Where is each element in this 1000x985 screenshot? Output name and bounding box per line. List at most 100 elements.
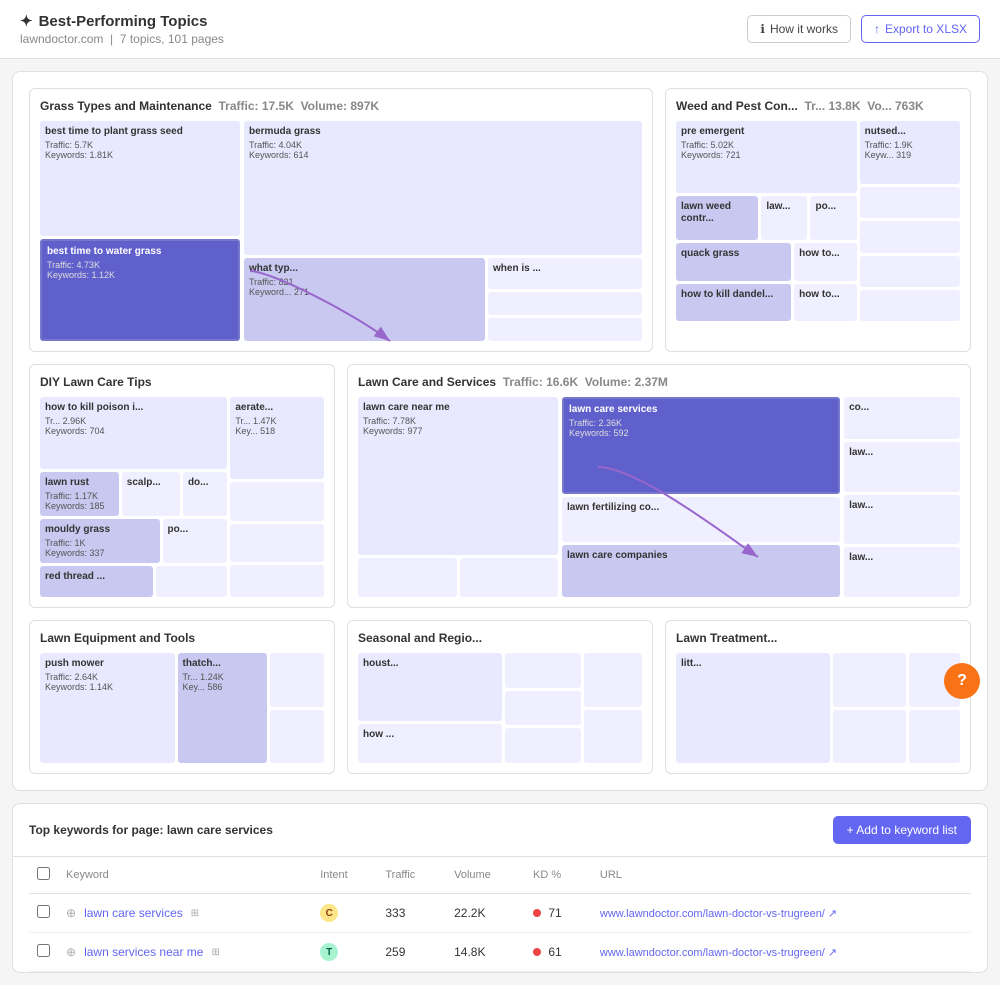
cell-small-diy1[interactable] (156, 566, 228, 597)
cell-litt[interactable]: litt... (676, 653, 830, 763)
cell-small-t1[interactable] (833, 653, 905, 707)
cell-red-thread[interactable]: red thread ... (40, 566, 153, 597)
cell-kill-poison[interactable]: how to kill poison i... Tr... 2.96K Keyw… (40, 397, 227, 469)
kd-value-0: 71 (548, 906, 561, 920)
topic-seasonal: Seasonal and Regio... houst... how ... (347, 620, 653, 774)
cell-pre-emergent[interactable]: pre emergent Traffic: 5.02K Keywords: 72… (676, 121, 857, 193)
cell-push-mower[interactable]: push mower Traffic: 2.64K Keywords: 1.14… (40, 653, 175, 763)
keywords-section: Top keywords for page: lawn care service… (12, 803, 988, 973)
cell-small-diy4[interactable] (230, 565, 324, 597)
topic-grass-header: Grass Types and Maintenance Traffic: 17.… (40, 99, 642, 113)
kd-value-1: 61 (548, 945, 561, 959)
cell-lawn-weed[interactable]: lawn weed contr... (676, 196, 758, 240)
cell-when-is[interactable]: when is ... (488, 258, 642, 289)
cell-small-t2[interactable] (833, 710, 905, 764)
add-keyword-button[interactable]: + Add to keyword list (833, 816, 971, 844)
cell-lawn-fertilizing[interactable]: lawn fertilizing co... (562, 497, 840, 542)
cell-small-w2[interactable] (860, 221, 960, 252)
copy-icon: ⊞ (191, 908, 199, 919)
help-button[interactable]: ? (944, 663, 980, 699)
url-link-0[interactable]: www.lawndoctor.com/lawn-doctor-vs-trugre… (600, 908, 837, 920)
cell-small-eq2[interactable] (270, 710, 324, 764)
col-check (29, 857, 58, 894)
cell-how-kill-dandel[interactable]: how to kill dandel... (676, 284, 791, 321)
cell-po-sm[interactable]: po... (810, 196, 856, 240)
cell-small-w3[interactable] (860, 256, 960, 287)
grass-treemap: best time to plant grass seed Traffic: 5… (40, 121, 642, 341)
header-right: ℹ How it works ↑ Export to XLSX (747, 15, 980, 43)
kd-dot-0 (533, 909, 541, 917)
row-checkbox-1[interactable] (37, 944, 50, 957)
keyword-link-0[interactable]: ⊕ lawn care services ⊞ (66, 906, 304, 920)
url-link-1[interactable]: www.lawndoctor.com/lawn-doctor-vs-trugre… (600, 947, 837, 959)
cell-law-sm[interactable]: law... (761, 196, 807, 240)
cell-po-diy[interactable]: po... (163, 519, 228, 563)
header-left: ✦ Best-Performing Topics lawndoctor.com … (20, 12, 224, 46)
export-icon: ↑ (874, 22, 880, 36)
cell-houst[interactable]: houst... (358, 653, 502, 721)
plus-icon: ⊕ (66, 945, 76, 959)
cell-small-w1[interactable] (860, 187, 960, 218)
cell-small-s2[interactable] (505, 691, 582, 726)
cell-bermuda[interactable]: bermuda grass Traffic: 4.04K Keywords: 6… (244, 121, 642, 255)
topic-grass-types: Grass Types and Maintenance Traffic: 17.… (29, 88, 653, 352)
cell-aerate[interactable]: aerate... Tr... 1.47K Key... 518 (230, 397, 324, 479)
cell-law-1[interactable]: law... (844, 442, 960, 492)
star-icon: ✦ (20, 12, 33, 30)
cell-what-typ[interactable]: what typ... Traffic: 821 Keyword... 271 (244, 258, 485, 341)
keyword-link-1[interactable]: ⊕ lawn services near me ⊞ (66, 945, 304, 959)
col-url: URL (592, 857, 971, 894)
cell-law-2[interactable]: law... (844, 495, 960, 545)
table-header-row: Keyword Intent Traffic Volume KD % URL (29, 857, 971, 894)
cell-small-s5[interactable] (584, 710, 642, 764)
cell-small-s4[interactable] (584, 653, 642, 707)
volume-cell-0: 22.2K (446, 894, 525, 933)
cell-quack[interactable]: quack grass (676, 243, 791, 280)
cell-small-svc1[interactable] (358, 558, 457, 597)
cell-scalp[interactable]: scalp... (122, 472, 180, 516)
cell-small-1[interactable] (488, 292, 642, 315)
traffic-cell-0: 333 (377, 894, 446, 933)
cell-how-to-sm1[interactable]: how to... (794, 243, 857, 280)
volume-cell-1: 14.8K (446, 933, 525, 972)
topic-diy: DIY Lawn Care Tips how to kill poison i.… (29, 364, 335, 608)
how-it-works-button[interactable]: ℹ How it works (747, 15, 851, 43)
cell-small-2[interactable] (488, 318, 642, 341)
cell-law-3[interactable]: law... (844, 547, 960, 597)
cell-lawn-care-near[interactable]: lawn care near me Traffic: 7.78K Keyword… (358, 397, 558, 555)
traffic-cell-1: 259 (377, 933, 446, 972)
cell-lawn-care-svc[interactable]: lawn care services Traffic: 2.36K Keywor… (562, 397, 840, 494)
cell-small-w4[interactable] (860, 290, 960, 321)
cell-best-plant[interactable]: best time to plant grass seed Traffic: 5… (40, 121, 240, 236)
cell-mouldy[interactable]: mouldy grass Traffic: 1K Keywords: 337 (40, 519, 160, 563)
table-row: ⊕ lawn services near me ⊞ T 259 14.8K 61… (29, 933, 971, 972)
diy-treemap: how to kill poison i... Tr... 2.96K Keyw… (40, 397, 324, 597)
topic-weed-pest: Weed and Pest Con... Tr... 13.8K Vo... 7… (665, 88, 971, 352)
intent-badge-0: C (320, 904, 338, 922)
cell-small-svc2[interactable] (460, 558, 559, 597)
cell-thatch[interactable]: thatch... Tr... 1.24K Key... 586 (178, 653, 268, 763)
cell-small-diy3[interactable] (230, 524, 324, 563)
cell-lawn-rust[interactable]: lawn rust Traffic: 1.17K Keywords: 185 (40, 472, 119, 516)
row-checkbox-0[interactable] (37, 905, 50, 918)
topic-equipment: Lawn Equipment and Tools push mower Traf… (29, 620, 335, 774)
cell-how-sm-s[interactable]: how ... (358, 724, 502, 763)
cell-nutsed[interactable]: nutsed... Traffic: 1.9K Keyw... 319 (860, 121, 960, 184)
topic-treatment: Lawn Treatment... litt... (665, 620, 971, 774)
cell-small-eq1[interactable] (270, 653, 324, 707)
cell-lawn-companies[interactable]: lawn care companies (562, 545, 840, 597)
cell-best-water[interactable]: best time to water grass Traffic: 4.73K … (40, 239, 240, 341)
cell-small-s1[interactable] (505, 653, 582, 688)
kd-dot-1 (533, 948, 541, 956)
select-all-checkbox[interactable] (37, 867, 50, 880)
cell-small-diy2[interactable] (230, 482, 324, 521)
export-button[interactable]: ↑ Export to XLSX (861, 15, 980, 43)
equipment-treemap: push mower Traffic: 2.64K Keywords: 1.14… (40, 653, 324, 763)
cell-co[interactable]: co... (844, 397, 960, 439)
cell-do[interactable]: do... (183, 472, 227, 516)
col-kd: KD % (525, 857, 592, 894)
cell-small-t4[interactable] (909, 710, 960, 764)
cell-how-to-sm2[interactable]: how to... (794, 284, 857, 321)
cell-small-s3[interactable] (505, 728, 582, 763)
page-header: ✦ Best-Performing Topics lawndoctor.com … (0, 0, 1000, 59)
